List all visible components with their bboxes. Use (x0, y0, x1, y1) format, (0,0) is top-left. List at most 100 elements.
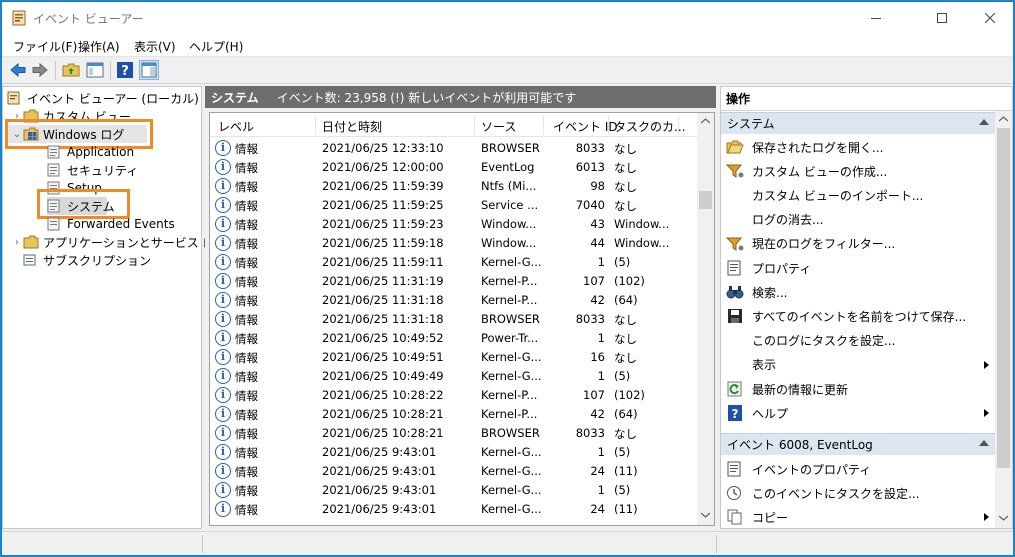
event-row[interactable]: i 情報 2021/06/25 9:43:01 Kernel-G... 1 (5) (210, 481, 700, 500)
help-icon: ? (726, 405, 744, 422)
close-button[interactable] (967, 2, 1013, 33)
event-row[interactable]: i 情報 2021/06/25 10:28:21 BROWSER 8033 なし (210, 424, 700, 443)
copy-icon (726, 509, 744, 525)
scrollbar-thumb[interactable] (997, 128, 1010, 468)
event-row[interactable]: i 情報 2021/06/25 10:28:22 Kernel-P... 107 (102… (210, 386, 700, 405)
back-arrow-icon[interactable] (9, 61, 27, 79)
event-list-header: レベル 日付と時刻 ソース イベント ID タスクのカ... (210, 113, 700, 137)
tree-item-label: Application (67, 145, 135, 159)
cell-event-id: 42 (590, 293, 605, 307)
event-row[interactable]: i 情報 2021/06/25 10:49:51 Kernel-G... 16 なし (210, 348, 700, 367)
event-row[interactable]: i 情報 2021/06/25 10:49:52 Power-Tr... 1 なし (210, 329, 700, 348)
tree-item-application[interactable]: Application (47, 143, 134, 161)
cell-task-category: (5) (614, 483, 631, 497)
tree-item-forwarded-events[interactable]: Forwarded Events (47, 215, 175, 233)
tree-item-security[interactable]: セキュリティ (47, 161, 138, 179)
column-divider[interactable] (474, 115, 475, 135)
event-row[interactable]: i 情報 2021/06/25 11:59:23 Window... 43 Window.… (210, 215, 700, 234)
event-row[interactable]: i 情報 2021/06/25 11:59:11 Kernel-G... 1 (5) (210, 253, 700, 272)
event-row[interactable]: i 情報 2021/06/25 11:31:18 BROWSER 8033 なし (210, 310, 700, 329)
column-task-category[interactable]: タスクのカ... (614, 118, 685, 135)
binoculars-icon (726, 284, 744, 300)
help-icon[interactable]: ? (116, 61, 134, 79)
column-date[interactable]: 日付と時刻 (322, 118, 382, 135)
menu-help[interactable]: ヘルプ(H) (189, 38, 243, 55)
action-item[interactable]: ログの消去... (721, 208, 995, 232)
menu-view[interactable]: 表示(V) (134, 38, 176, 55)
event-row[interactable]: i 情報 2021/06/25 9:43:01 Kernel-G... 24 (11) (210, 500, 700, 519)
action-pane-toggle-icon[interactable] (139, 60, 159, 80)
column-divider[interactable] (543, 115, 544, 135)
event-list[interactable]: レベル 日付と時刻 ソース イベント ID タスクのカ... i 情報 2021/0… (209, 112, 715, 526)
action-item[interactable]: イベントのプロパティ (721, 457, 995, 481)
action-item[interactable]: すべてのイベントを名前をつけて保存... (721, 304, 995, 328)
event-row[interactable]: i 情報 2021/06/25 11:31:19 Kernel-P... 107 (102… (210, 272, 700, 291)
folder-up-icon[interactable] (62, 61, 80, 79)
information-icon: i (215, 178, 231, 194)
action-item[interactable]: プロパティ (721, 256, 995, 280)
cell-task-category: (102) (614, 388, 645, 402)
actions-scrollbar[interactable] (995, 111, 1012, 528)
event-row[interactable]: i 情報 2021/06/25 10:28:21 Kernel-P... 42 (64) (210, 405, 700, 424)
section-label: システム (727, 117, 775, 131)
menu-action[interactable]: 操作(A) (78, 38, 120, 55)
collapse-icon[interactable] (979, 440, 989, 446)
action-item[interactable]: ? ヘルプ (721, 401, 995, 425)
action-item[interactable]: このイベントにタスクを設定... (721, 481, 995, 505)
action-item[interactable]: カスタム ビューのインポート... (721, 183, 995, 207)
console-tree-icon[interactable] (86, 61, 104, 79)
event-row[interactable]: i 情報 2021/06/25 11:59:39 Ntfs (Mi... 98 なし (210, 177, 700, 196)
column-level[interactable]: レベル (218, 118, 254, 135)
scroll-down-icon[interactable] (701, 512, 710, 518)
forward-arrow-icon[interactable] (31, 61, 49, 79)
action-item[interactable]: 最新の情報に更新 (721, 377, 995, 401)
event-row[interactable]: i 情報 2021/06/25 11:31:18 Kernel-P... 42 (64) (210, 291, 700, 310)
action-item[interactable]: 現在のログをフィルター... (721, 232, 995, 256)
scroll-up-icon[interactable] (701, 118, 710, 124)
event-row[interactable]: i 情報 2021/06/25 9:43:01 Kernel-G... 1 (5) (210, 443, 700, 462)
chevron-right-icon[interactable]: › (11, 237, 23, 248)
event-row[interactable]: i 情報 2021/06/25 9:43:01 Kernel-G... 24 (11) (210, 462, 700, 481)
event-row[interactable]: i 情報 2021/06/25 11:59:25 Service ... 7040 なし (210, 196, 700, 215)
event-viewer-window: イベント ビューアー ファイル(F) 操作(A) 表示(V) ヘルプ(H) ? … (1, 1, 1014, 556)
action-item[interactable]: 検索... (721, 280, 995, 304)
tree-item-app-services-logs[interactable]: › アプリケーションとサービス ログ (11, 233, 227, 251)
tree-item-label: Forwarded Events (67, 217, 175, 231)
scrollbar-thumb[interactable] (699, 191, 712, 209)
event-row[interactable]: i 情報 2021/06/25 12:33:10 BROWSER 8033 なし (210, 139, 700, 158)
section-label: イベント 6008, EventLog (727, 438, 873, 452)
submenu-arrow-icon (984, 360, 989, 369)
action-item[interactable]: コピー (721, 505, 995, 529)
column-divider[interactable] (678, 115, 679, 135)
column-divider[interactable] (608, 115, 609, 135)
cell-task-category: なし (614, 332, 637, 346)
event-list-scrollbar[interactable] (697, 113, 714, 525)
action-item[interactable]: 表示 (721, 353, 995, 377)
collapse-icon[interactable] (979, 119, 989, 125)
event-row[interactable]: i 情報 2021/06/25 11:59:18 Window... 44 Window.… (210, 234, 700, 253)
submenu-arrow-icon (984, 513, 989, 522)
cell-level: 情報 (235, 465, 258, 479)
scroll-up-icon[interactable] (999, 116, 1008, 122)
action-item[interactable]: カスタム ビューの作成... (721, 159, 995, 183)
cell-event-id: 1 (597, 255, 605, 269)
cell-date: 2021/06/25 11:31:18 (322, 312, 444, 326)
cell-date: 2021/06/25 10:49:49 (322, 369, 444, 383)
action-item[interactable]: このログにタスクを設定... (721, 329, 995, 353)
scroll-down-icon[interactable] (999, 515, 1008, 521)
minimize-button[interactable] (853, 2, 899, 33)
maximize-button[interactable] (919, 2, 965, 33)
cell-level: 情報 (235, 427, 258, 441)
event-row[interactable]: i 情報 2021/06/25 12:00:00 EventLog 6013 なし (210, 158, 700, 177)
event-row[interactable]: i 情報 2021/06/25 10:49:49 Kernel-G... 1 (5) (210, 367, 700, 386)
action-item[interactable]: 保存されたログを開く... (721, 135, 995, 159)
actions-section-event[interactable]: イベント 6008, EventLog (721, 433, 995, 455)
menu-file[interactable]: ファイル(F) (13, 38, 77, 55)
tree-root[interactable]: イベント ビューアー (ローカル) (7, 89, 199, 107)
column-divider[interactable] (315, 115, 316, 135)
cell-source: Kernel-G... (481, 483, 542, 497)
tree-item-subscriptions[interactable]: サブスクリプション (23, 251, 151, 269)
tree-root-label: イベント ビューアー (ローカル) (27, 91, 199, 106)
column-source[interactable]: ソース (481, 118, 516, 135)
actions-section-system[interactable]: システム (721, 112, 995, 134)
